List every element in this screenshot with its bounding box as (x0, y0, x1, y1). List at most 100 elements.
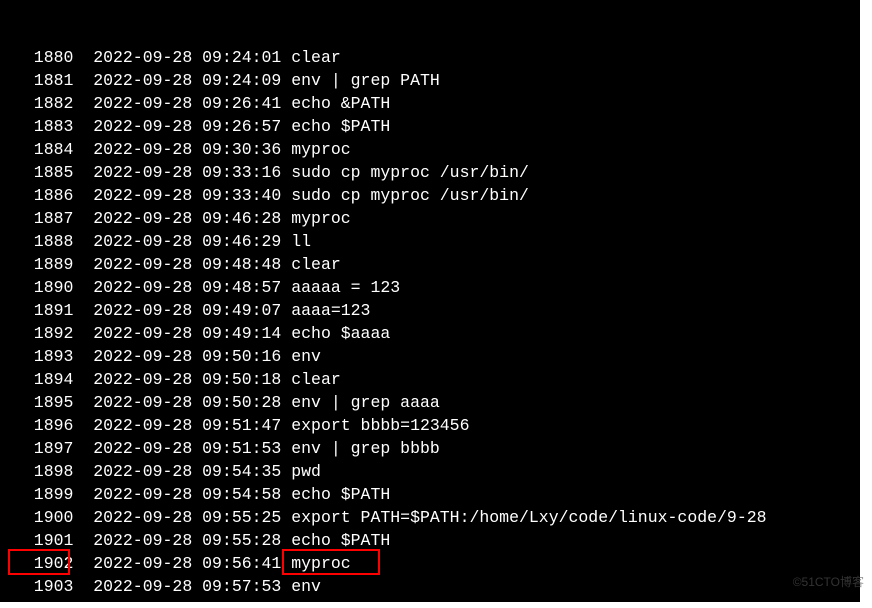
spacer (73, 414, 93, 437)
history-command: sudo cp myproc /usr/bin/ (291, 184, 529, 207)
spacer (73, 138, 93, 161)
history-number: 1897 (14, 437, 73, 460)
history-timestamp: 2022-09-28 10:00:26 (93, 598, 281, 602)
spacer (73, 276, 93, 299)
spacer (73, 253, 93, 276)
history-timestamp: 2022-09-28 09:24:09 (93, 69, 281, 92)
history-number: 1896 (14, 414, 73, 437)
history-timestamp: 2022-09-28 09:54:35 (93, 460, 281, 483)
history-number: 1884 (14, 138, 73, 161)
history-number: 1893 (14, 345, 73, 368)
history-timestamp: 2022-09-28 09:48:57 (93, 276, 281, 299)
history-command: echo $PATH (291, 483, 390, 506)
spacer (281, 554, 291, 573)
spacer (73, 575, 93, 598)
history-timestamp: 2022-09-28 09:26:57 (93, 115, 281, 138)
history-line: 1892 2022-09-28 09:49:14 echo $aaaa (14, 322, 860, 345)
history-line: 1891 2022-09-28 09:49:07 aaaa=123 (14, 299, 860, 322)
history-command: aaaaa = 123 (291, 276, 400, 299)
history-timestamp: 2022-09-28 09:55:25 (93, 506, 281, 529)
history-command: clear (291, 368, 341, 391)
history-number: 1904 (14, 598, 73, 602)
history-command: env | grep aaaa (291, 391, 440, 414)
history-command: echo &PATH (291, 92, 390, 115)
history-timestamp: 2022-09-28 09:54:58 (93, 483, 281, 506)
spacer (281, 163, 291, 182)
history-timestamp: 2022-09-28 09:48:48 (93, 253, 281, 276)
spacer (73, 483, 93, 506)
history-number: 1902 (14, 552, 73, 575)
history-number: 1899 (14, 483, 73, 506)
history-line: 1897 2022-09-28 09:51:53 env | grep bbbb (14, 437, 860, 460)
history-timestamp: 2022-09-28 09:46:29 (93, 230, 281, 253)
spacer (73, 230, 93, 253)
history-timestamp: 2022-09-28 09:30:36 (93, 138, 281, 161)
history-timestamp: 2022-09-28 09:33:16 (93, 161, 281, 184)
spacer (73, 529, 93, 552)
spacer (73, 184, 93, 207)
history-timestamp: 2022-09-28 09:55:28 (93, 529, 281, 552)
history-timestamp: 2022-09-28 09:51:47 (93, 414, 281, 437)
spacer (281, 255, 291, 274)
history-number: 1885 (14, 161, 73, 184)
spacer (281, 462, 291, 481)
history-command: myproc (291, 207, 350, 230)
history-command: export PATH=$PATH:/home/Lxy/code/linux-c… (291, 506, 766, 529)
spacer (73, 92, 93, 115)
spacer (281, 232, 291, 251)
history-line: 1899 2022-09-28 09:54:58 echo $PATH (14, 483, 860, 506)
history-timestamp: 2022-09-28 09:24:01 (93, 46, 281, 69)
spacer (73, 345, 93, 368)
history-line: 1882 2022-09-28 09:26:41 echo &PATH (14, 92, 860, 115)
history-timestamp: 2022-09-28 09:51:53 (93, 437, 281, 460)
history-timestamp: 2022-09-28 09:50:18 (93, 368, 281, 391)
history-line: 1895 2022-09-28 09:50:28 env | grep aaaa (14, 391, 860, 414)
history-timestamp: 2022-09-28 09:50:28 (93, 391, 281, 414)
spacer (281, 508, 291, 527)
spacer (281, 439, 291, 458)
history-command: myproc (291, 552, 350, 575)
spacer (73, 207, 93, 230)
history-command: myproc (291, 138, 350, 161)
spacer (281, 94, 291, 113)
spacer (281, 209, 291, 228)
history-command: echo $aaaa (291, 322, 390, 345)
history-command: echo $PATH (291, 115, 390, 138)
spacer (73, 69, 93, 92)
spacer (281, 485, 291, 504)
history-number: 1887 (14, 207, 73, 230)
history-line: 1883 2022-09-28 09:26:57 echo $PATH (14, 115, 860, 138)
history-number: 1883 (14, 115, 73, 138)
history-line: 1898 2022-09-28 09:54:35 pwd (14, 460, 860, 483)
history-timestamp: 2022-09-28 09:57:53 (93, 575, 281, 598)
spacer (73, 46, 93, 69)
spacer (281, 600, 291, 602)
history-number: 1888 (14, 230, 73, 253)
history-command: aaaa=123 (291, 299, 370, 322)
history-line: 1887 2022-09-28 09:46:28 myproc (14, 207, 860, 230)
spacer (73, 506, 93, 529)
history-line: 1881 2022-09-28 09:24:09 env | grep PATH (14, 69, 860, 92)
history-command: env (291, 575, 321, 598)
history-timestamp: 2022-09-28 09:46:28 (93, 207, 281, 230)
history-line: 1890 2022-09-28 09:48:57 aaaaa = 123 (14, 276, 860, 299)
spacer (73, 552, 93, 575)
history-number: 1881 (14, 69, 73, 92)
history-timestamp: 2022-09-28 09:33:40 (93, 184, 281, 207)
history-line: 1896 2022-09-28 09:51:47 export bbbb=123… (14, 414, 860, 437)
history-line: 1880 2022-09-28 09:24:01 clear (14, 46, 860, 69)
spacer (281, 71, 291, 90)
spacer (281, 48, 291, 67)
history-command: clear (291, 46, 341, 69)
history-timestamp: 2022-09-28 09:50:16 (93, 345, 281, 368)
terminal-output[interactable]: 1880 2022-09-28 09:24:01 clear1881 2022-… (0, 0, 860, 602)
history-number: 1894 (14, 368, 73, 391)
history-number: 1901 (14, 529, 73, 552)
history-line: 1904 2022-09-28 10:00:26 history (14, 598, 860, 602)
history-number: 1892 (14, 322, 73, 345)
history-command: env | grep PATH (291, 69, 440, 92)
spacer (73, 115, 93, 138)
history-number: 1903 (14, 575, 73, 598)
spacer (73, 460, 93, 483)
history-command: clear (291, 253, 341, 276)
